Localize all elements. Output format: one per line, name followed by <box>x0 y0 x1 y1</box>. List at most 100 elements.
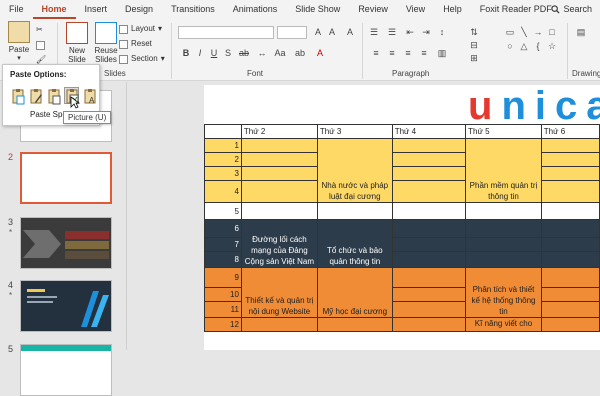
timetable[interactable]: Thứ 2 Thứ 3 Thứ 4 Thứ 5 Thứ 6 1 Nhà nước… <box>204 124 600 332</box>
table-cell[interactable] <box>465 237 542 252</box>
table-cell[interactable] <box>540 301 600 318</box>
font-color-icon[interactable]: A <box>314 47 326 59</box>
grow-font-icon[interactable]: A <box>312 26 324 38</box>
bullets-icon[interactable]: ☰ <box>368 26 380 38</box>
embed-icon[interactable] <box>46 87 61 105</box>
brace-shape-icon[interactable]: { <box>532 40 544 52</box>
table-cell[interactable] <box>391 317 467 332</box>
table-cell[interactable] <box>316 202 393 220</box>
table-cell[interactable] <box>540 317 600 332</box>
tab-animations[interactable]: Animations <box>224 0 287 19</box>
strikethrough-icon[interactable]: ab <box>238 47 250 59</box>
tab-slide-show[interactable]: Slide Show <box>286 0 349 19</box>
table-cell[interactable] <box>540 251 600 268</box>
align-center-icon[interactable]: ≡ <box>386 47 398 59</box>
table-cell[interactable] <box>540 166 600 181</box>
tab-design[interactable]: Design <box>116 0 162 19</box>
text-box-shape-icon[interactable]: ▭ <box>504 26 516 38</box>
table-cell[interactable] <box>540 152 600 167</box>
paste-special-link[interactable]: Paste Spe <box>30 110 67 119</box>
table-cell[interactable] <box>240 152 318 167</box>
layout-button[interactable]: Layout ▾ <box>119 23 162 35</box>
italic-icon[interactable]: I <box>194 47 206 59</box>
decrease-indent-icon[interactable]: ⇤ <box>404 26 416 38</box>
tab-home[interactable]: Home <box>32 0 76 19</box>
table-cell[interactable] <box>540 138 600 153</box>
align-right-icon[interactable]: ≡ <box>402 47 414 59</box>
align-left-icon[interactable]: ≡ <box>370 47 382 59</box>
oval-shape-icon[interactable]: ○ <box>504 40 516 52</box>
arrange-icon[interactable]: ▤ <box>575 26 587 38</box>
line-shape-icon[interactable]: ╲ <box>518 26 530 38</box>
bold-icon[interactable]: B <box>180 47 192 59</box>
use-destination-theme-icon[interactable] <box>10 87 25 105</box>
table-cell[interactable] <box>391 237 467 252</box>
table-cell[interactable] <box>391 180 467 203</box>
table-cell[interactable] <box>465 251 542 268</box>
search-box[interactable]: Search <box>551 0 592 19</box>
table-cell[interactable] <box>240 202 318 220</box>
table-cell[interactable] <box>540 287 600 302</box>
tab-insert[interactable]: Insert <box>76 0 117 19</box>
clear-formatting-icon[interactable]: A <box>344 26 356 38</box>
cell-thursday-subject[interactable]: Phân tích và thiết kế hệ thống thông tin <box>465 267 542 318</box>
text-direction-icon[interactable]: ⇅ <box>468 26 480 38</box>
section-button[interactable]: Section ▾ <box>119 53 165 65</box>
highlight-icon[interactable]: ab <box>294 47 306 59</box>
rectangle-shape-icon[interactable]: □ <box>546 26 558 38</box>
justify-icon[interactable]: ≡ <box>418 47 430 59</box>
tab-transitions[interactable]: Transitions <box>162 0 224 19</box>
slide-thumbnail-2[interactable] <box>20 152 112 204</box>
table-cell[interactable] <box>391 202 467 220</box>
table-cell[interactable] <box>316 317 393 332</box>
line-spacing-icon[interactable]: ↕ <box>436 26 448 38</box>
cell-thursday-subject[interactable]: Phần mềm quản trị thông tin <box>465 138 542 203</box>
align-text-icon[interactable]: ⊟ <box>468 39 480 51</box>
table-cell[interactable] <box>540 180 600 203</box>
new-slide-button[interactable]: New Slide <box>63 22 91 64</box>
cell-thursday-subject[interactable]: Kĩ năng viết cho <box>465 317 542 332</box>
table-cell[interactable] <box>391 267 467 288</box>
keep-text-only-icon[interactable]: A <box>82 87 97 105</box>
tab-review[interactable]: Review <box>349 0 397 19</box>
increase-indent-icon[interactable]: ⇥ <box>420 26 432 38</box>
cell-monday-subject[interactable]: Thiết kế và quản trị nội dung Website <box>240 267 318 318</box>
table-cell[interactable] <box>540 219 600 238</box>
smartart-icon[interactable]: ⊞ <box>468 52 480 64</box>
table-cell[interactable] <box>391 166 467 181</box>
reset-button[interactable]: Reset <box>119 38 152 50</box>
font-size-combo[interactable] <box>277 26 307 39</box>
table-cell[interactable] <box>465 219 542 238</box>
tab-help[interactable]: Help <box>434 0 471 19</box>
change-case-icon[interactable]: Aa <box>274 47 286 59</box>
tab-file[interactable]: File <box>0 0 33 19</box>
underline-icon[interactable]: U <box>208 47 220 59</box>
cell-monday-subject[interactable]: Đường lối cách mạng của Đảng Cộng sản Vi… <box>240 219 318 268</box>
tab-foxit[interactable]: Foxit Reader PDF <box>471 0 561 19</box>
table-cell[interactable] <box>540 237 600 252</box>
table-cell[interactable] <box>540 267 600 288</box>
shrink-font-icon[interactable]: A <box>326 26 338 38</box>
triangle-shape-icon[interactable]: △ <box>518 40 530 52</box>
table-cell[interactable] <box>540 202 600 220</box>
shadow-icon[interactable]: S <box>222 47 234 59</box>
tab-view[interactable]: View <box>397 0 434 19</box>
table-cell[interactable] <box>465 202 542 220</box>
table-cell[interactable] <box>391 287 467 302</box>
reuse-slides-button[interactable]: Reuse Slides <box>92 22 120 64</box>
cell-tuesday-subject[interactable]: Mỹ học đại cương <box>316 267 393 318</box>
cell-tuesday-subject[interactable]: Nhà nước và pháp luật đại cương <box>316 138 393 203</box>
slide-thumbnail-4[interactable] <box>20 280 112 332</box>
table-cell[interactable] <box>240 138 318 153</box>
table-cell[interactable] <box>391 138 467 153</box>
star-shape-icon[interactable]: ☆ <box>546 40 558 52</box>
cell-tuesday-subject[interactable]: Tổ chức và bảo quản thông tin <box>316 219 393 268</box>
cut-button[interactable]: ✂ <box>36 24 43 36</box>
arrow-shape-icon[interactable]: → <box>532 26 544 38</box>
char-spacing-icon[interactable]: ↔ <box>256 47 268 59</box>
slide-thumbnail-5[interactable] <box>20 344 112 396</box>
table-cell[interactable] <box>391 251 467 268</box>
table-cell[interactable] <box>391 219 467 238</box>
table-cell[interactable] <box>240 317 318 332</box>
table-cell[interactable] <box>391 301 467 318</box>
